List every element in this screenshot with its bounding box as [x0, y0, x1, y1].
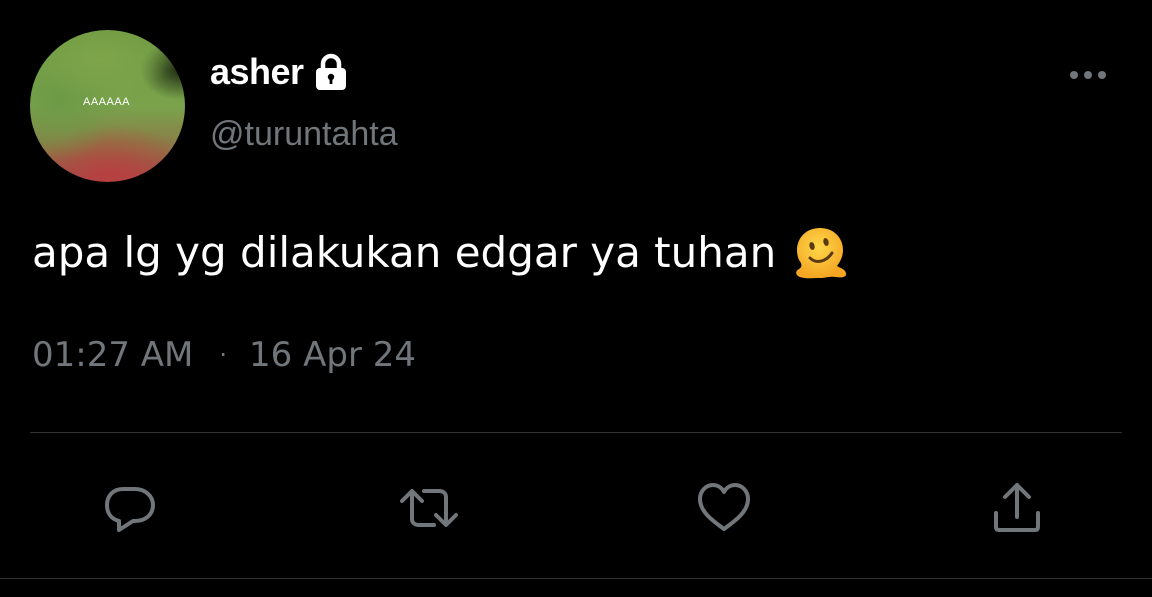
meta-separator: ·: [219, 341, 228, 369]
more-options-icon[interactable]: [1066, 60, 1110, 90]
share-button[interactable]: [985, 476, 1049, 540]
tweet-date[interactable]: 16 Apr 24: [249, 335, 416, 375]
author-display-name[interactable]: asher: [210, 51, 304, 93]
reply-button[interactable]: [98, 476, 162, 540]
lock-icon: [312, 52, 350, 92]
avatar[interactable]: AAAAAA: [30, 30, 185, 182]
share-icon: [994, 483, 1040, 532]
heart-icon: [698, 483, 750, 531]
tweet-meta: 01:27 AM · 16 Apr 24: [32, 335, 416, 375]
retweet-icon: [400, 489, 458, 527]
tweet-text-row: apa lg yg dilakukan edgar ya tuhan: [32, 222, 850, 282]
tweet-time[interactable]: 01:27 AM: [32, 335, 193, 375]
avatar-caption: AAAAAA: [83, 96, 131, 108]
author-name-row: asher: [210, 48, 350, 96]
tweet-detail: AAAAAA asher @turuntahta apa lg yg dilak…: [0, 0, 1152, 597]
tweet-text: apa lg yg dilakukan edgar ya tuhan: [32, 227, 777, 277]
bottom-divider: [0, 578, 1152, 579]
retweet-button[interactable]: [397, 476, 461, 540]
author-handle[interactable]: @turuntahta: [210, 115, 398, 154]
reply-icon: [105, 487, 155, 532]
like-button[interactable]: [692, 476, 756, 540]
melting-face-emoji-icon: [790, 222, 850, 282]
divider: [30, 432, 1122, 433]
